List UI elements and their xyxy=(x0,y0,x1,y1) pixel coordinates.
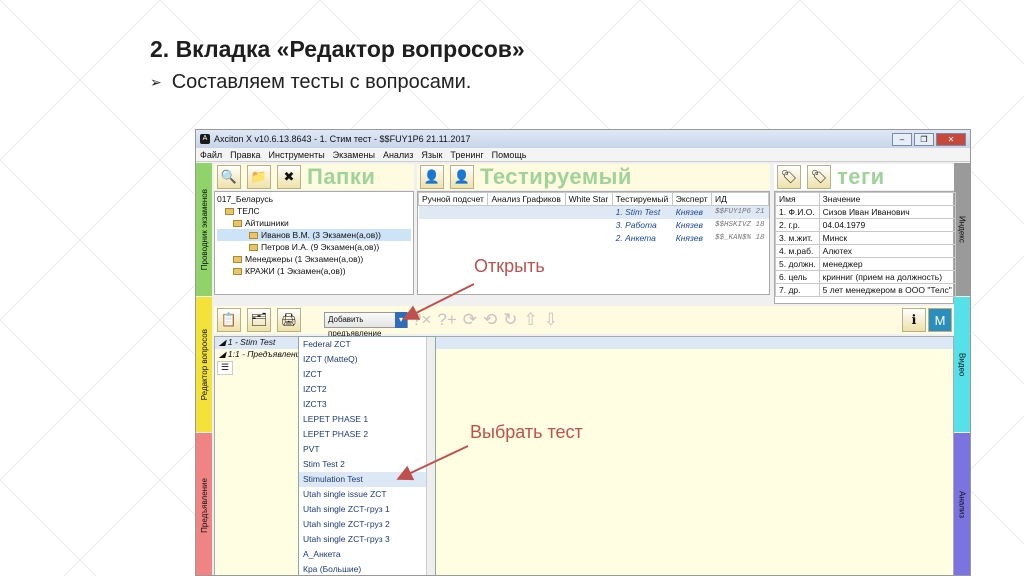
annotation-arrows xyxy=(396,283,475,481)
arrow-icon xyxy=(396,445,469,481)
arrow-icon xyxy=(402,283,475,320)
